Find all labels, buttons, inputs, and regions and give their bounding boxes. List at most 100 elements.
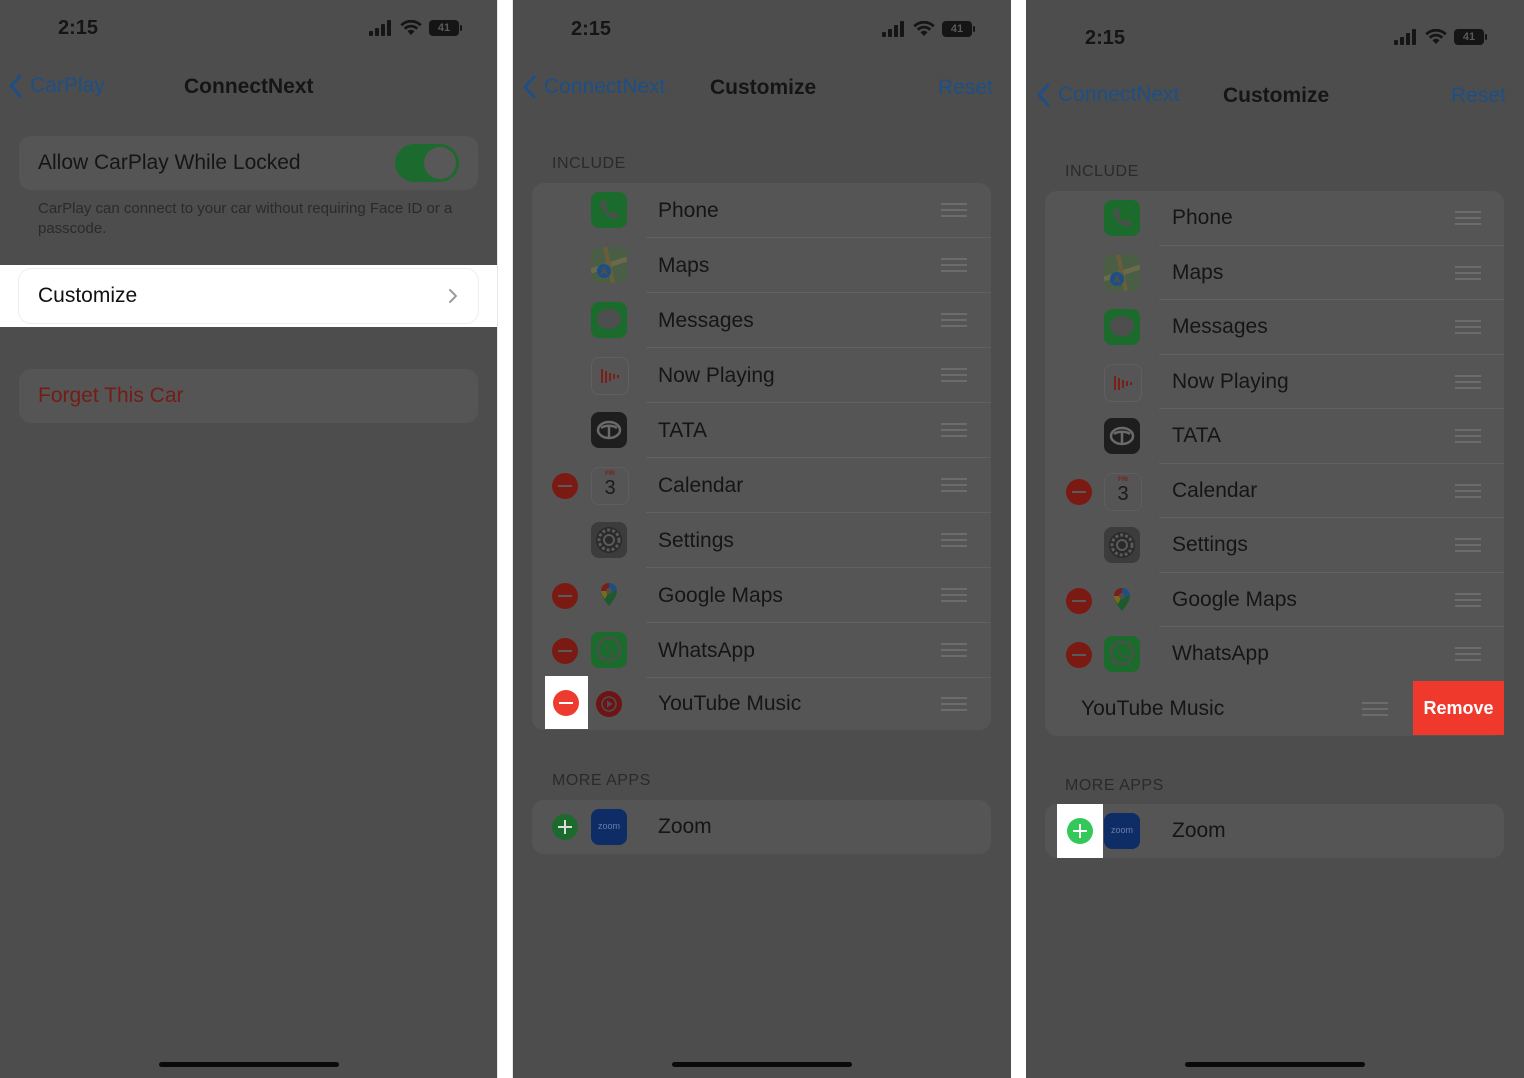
drag-handle-icon[interactable] [1455,483,1481,498]
list-item-label: Calendar [658,474,744,497]
calendar-icon: FRI 3 [591,467,629,505]
now-playing-icon [1104,363,1142,402]
wifi-icon [1425,29,1447,44]
list-item-now-playing: Now Playing [532,348,991,403]
drag-handle-icon[interactable] [941,423,967,437]
list-item-whatsapp: WhatsApp [1045,627,1504,682]
list-item-maps: Maps [532,238,991,293]
more-apps-list: zoom Zoom [1045,804,1504,858]
customize-highlight: Customize [0,265,497,327]
zoom-icon: zoom [591,809,627,845]
drag-handle-icon[interactable] [1455,592,1481,607]
battery-level: 41 [1462,31,1476,43]
forget-car-row[interactable]: Forget This Car [19,369,478,423]
allow-carplay-label: Allow CarPlay While Locked [38,151,301,174]
zoom-icon: zoom [1104,813,1140,849]
customize-row[interactable]: Customize [19,269,478,323]
drag-handle-icon[interactable] [1362,701,1388,716]
back-label: ConnectNext [1058,83,1180,106]
list-item-label: TATA [658,419,707,442]
remove-whatsapp-button[interactable] [1066,642,1092,668]
drag-handle-icon[interactable] [941,313,967,327]
youtube-music-icon [591,686,627,722]
drag-handle-icon[interactable] [941,368,967,382]
calendar-date: 3 [1117,482,1129,505]
tata-icon [591,412,627,448]
drag-handle-icon[interactable] [1455,320,1481,334]
battery-level: 41 [437,22,451,34]
remove-google-maps-button[interactable] [1066,587,1092,614]
highlight-box [545,676,588,729]
zoom-icon-text: zoom [597,821,620,831]
drag-handle-icon[interactable] [1455,211,1481,225]
list-item-label: Phone [1172,206,1233,229]
back-button[interactable]: ConnectNext [522,75,665,99]
reset-button[interactable]: Reset [1451,84,1506,108]
list-item-calendar: FRI 3 Calendar [1045,464,1504,518]
drag-handle-icon[interactable] [1455,429,1481,443]
drag-handle-icon[interactable] [941,697,967,711]
list-item-label: YouTube Music [658,692,802,715]
list-item-calendar: FRI 3 Calendar [532,458,991,513]
phone-icon [591,192,627,228]
list-item-label: Messages [658,309,754,332]
battery-icon: 41 [942,21,975,37]
reset-button[interactable]: Reset [938,76,993,100]
list-item-label: Google Maps [1172,587,1297,611]
add-zoom-button[interactable] [552,814,578,840]
drag-handle-icon[interactable] [941,643,967,657]
wifi-icon [400,20,422,35]
settings-icon [1104,527,1140,563]
messages-icon [591,302,627,338]
drag-handle-icon[interactable] [941,258,967,272]
drag-handle-icon[interactable] [1455,538,1481,552]
chevron-left-icon [1036,83,1050,107]
highlight-box [1057,804,1103,858]
status-time: 2:15 [1085,27,1126,49]
list-item-label: Zoom [1172,819,1226,842]
google-maps-icon [1104,581,1140,618]
remove-calendar-button[interactable] [552,473,578,499]
whatsapp-icon [1104,636,1140,672]
settings-icon [591,522,627,558]
add-zoom-button[interactable] [1067,818,1093,844]
list-item-google-maps: Google Maps [532,568,991,623]
allow-carplay-toggle[interactable] [395,144,459,182]
screen-connectnext-settings: 2:15 41 CarPlay ConnectNext Allow CarPla… [0,0,498,1078]
signal-icon [882,21,904,37]
drag-handle-icon[interactable] [941,588,967,602]
screen-customize: 2:15 41 ConnectNext Customize Reset INCL… [512,0,1011,1078]
include-header: INCLUDE [552,155,626,172]
remove-whatsapp-button[interactable] [552,638,578,664]
status-time: 2:15 [571,18,612,40]
calendar-icon: FRI 3 [1104,472,1142,511]
toggle-knob [424,147,456,179]
remove-button[interactable]: Remove [1413,681,1504,735]
list-item-youtube-music: YouTube Music [532,678,991,730]
drag-handle-icon[interactable] [1455,374,1481,389]
include-list: Phone Maps Messages Now Playing TATA FRI… [1045,191,1504,736]
whatsapp-icon [591,632,627,668]
list-item-now-playing: Now Playing [1045,355,1504,409]
drag-handle-icon[interactable] [941,533,967,547]
remove-calendar-button[interactable] [1066,478,1092,505]
list-item-label: Google Maps [658,584,783,607]
tata-icon [1104,418,1140,454]
list-item-label: Phone [658,199,719,222]
drag-handle-icon[interactable] [941,478,967,492]
drag-handle-icon[interactable] [941,203,967,217]
drag-handle-icon[interactable] [1455,647,1481,661]
drag-handle-icon[interactable] [1455,265,1481,280]
google-maps-icon [591,577,627,613]
back-button[interactable]: CarPlay [8,74,105,98]
list-item-messages: Messages [1045,300,1504,355]
list-item-phone: Phone [1045,191,1504,246]
more-apps-header: MORE APPS [1065,777,1164,794]
list-item-label: Settings [1172,533,1248,556]
back-button[interactable]: ConnectNext [1036,83,1179,107]
phone-icon [1104,200,1140,236]
list-item-zoom: zoom Zoom [532,800,991,854]
messages-icon [1104,309,1140,345]
remove-google-maps-button[interactable] [552,583,578,609]
remove-youtube-music-button[interactable] [553,690,579,716]
